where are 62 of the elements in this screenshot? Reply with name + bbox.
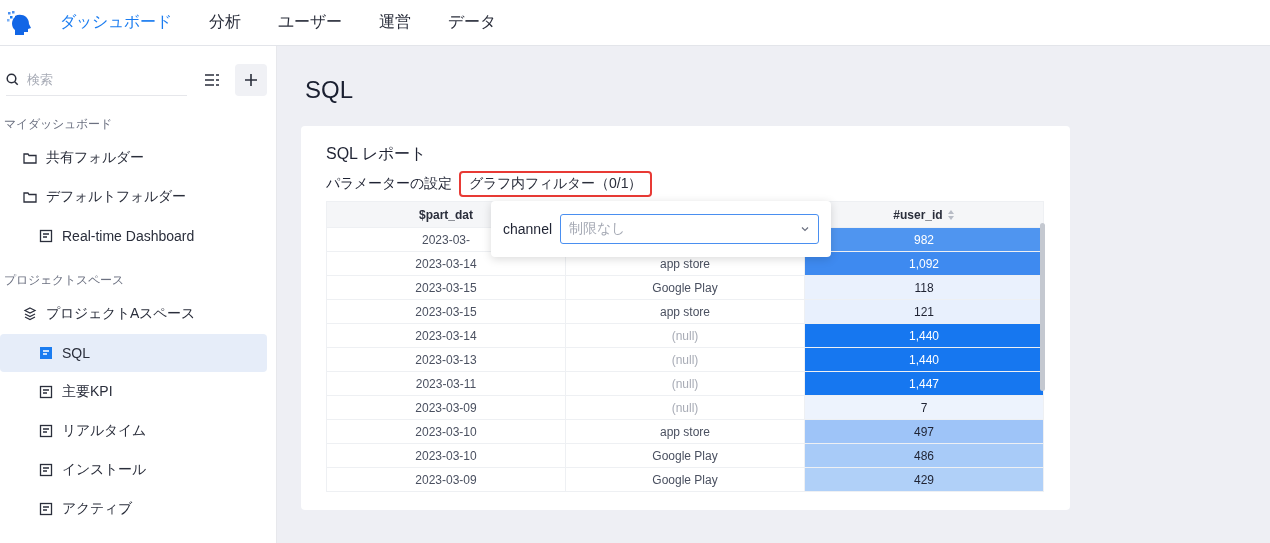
- column-header: #user_id: [893, 207, 943, 222]
- nav-tab[interactable]: データ: [448, 12, 496, 33]
- section-heading: マイダッシュボード: [4, 117, 112, 131]
- sidebar-item[interactable]: アクティブ: [0, 490, 267, 528]
- heat-cell: 486: [804, 443, 1044, 468]
- document-icon: [39, 385, 53, 399]
- document-icon: [39, 424, 53, 438]
- table-cell: Google Play: [565, 275, 805, 300]
- heat-cell: 1,447: [804, 371, 1044, 396]
- page-title: SQL: [305, 76, 355, 104]
- table-cell: 2023-03-14: [326, 323, 566, 348]
- table-cell: 2023-03-11: [326, 371, 566, 396]
- nav-tab[interactable]: ダッシュボード: [60, 12, 172, 33]
- table-cell: 2023-03-09: [326, 395, 566, 420]
- document-icon: [39, 346, 53, 360]
- table-cell: (null): [565, 371, 805, 396]
- sidebar-item[interactable]: リアルタイム: [0, 412, 267, 450]
- sidebar-item[interactable]: 主要KPI: [0, 373, 267, 411]
- report-title: SQL レポート: [326, 145, 426, 162]
- add-button[interactable]: [235, 64, 267, 96]
- sidebar-item[interactable]: インストール: [0, 451, 267, 489]
- nav-tab[interactable]: ユーザー: [278, 12, 342, 33]
- document-icon: [39, 229, 53, 243]
- table-cell: 2023-03-10: [326, 419, 566, 444]
- table-cell: 2023-03-15: [326, 275, 566, 300]
- table-cell: (null): [565, 395, 805, 420]
- folder-icon: [23, 151, 37, 165]
- heat-cell: 429: [804, 467, 1044, 492]
- sidebar-item[interactable]: デフォルトフォルダー: [0, 178, 267, 216]
- sidebar-item[interactable]: Real-time Dashboard: [0, 217, 267, 255]
- column-header: $part_dat: [419, 207, 473, 222]
- heat-cell: 7: [804, 395, 1044, 420]
- table-cell: (null): [565, 347, 805, 372]
- folder-icon: [23, 190, 37, 204]
- table-cell: Google Play: [565, 443, 805, 468]
- chevron-down-icon: [800, 224, 810, 234]
- chart-filter-button[interactable]: グラフ内フィルター（0/1）: [459, 171, 653, 197]
- table-cell: app store: [565, 299, 805, 324]
- list-view-icon[interactable]: [204, 73, 220, 87]
- search-icon: [6, 73, 19, 86]
- table-cell: Google Play: [565, 467, 805, 492]
- scrollbar[interactable]: [1040, 223, 1045, 391]
- section-heading: プロジェクトスペース: [4, 273, 124, 287]
- heat-cell: 497: [804, 419, 1044, 444]
- table-cell: app store: [565, 419, 805, 444]
- sidebar-item[interactable]: 共有フォルダー: [0, 139, 267, 177]
- table-cell: 2023-03-13: [326, 347, 566, 372]
- table-cell: (null): [565, 323, 805, 348]
- search-field[interactable]: 検索: [25, 71, 169, 88]
- document-icon: [39, 502, 53, 516]
- document-icon: [39, 463, 53, 477]
- plus-icon: [244, 73, 258, 87]
- nav-tab[interactable]: 分析: [209, 12, 241, 33]
- parameter-settings-label: パラメーターの設定: [326, 175, 452, 193]
- cube-stack-icon: [23, 307, 37, 321]
- table-cell: 2023-03-10: [326, 443, 566, 468]
- sidebar-item[interactable]: プロジェクトAスペース: [0, 295, 267, 333]
- table-cell: 2023-03-09: [326, 467, 566, 492]
- sidebar-item[interactable]: SQL: [0, 334, 267, 372]
- nav-tab[interactable]: 運営: [379, 12, 411, 33]
- table-cell: 2023-03-15: [326, 299, 566, 324]
- logo-icon: [6, 9, 32, 36]
